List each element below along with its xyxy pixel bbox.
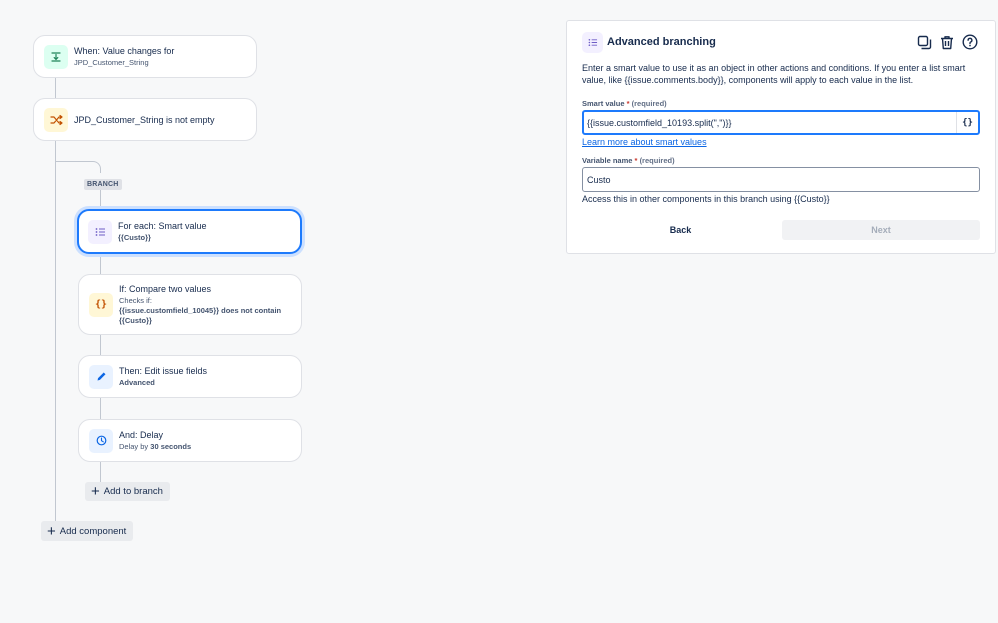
compare-values-checks-label: Checks if: [119,296,152,305]
advanced-branching-panel: Advanced branching Enter a smart value t… [566,20,996,254]
help-icon[interactable] [961,33,979,51]
list-icon [582,32,603,53]
shuffle-icon [44,107,68,132]
delay-title: And: Delay [119,430,164,440]
delay-card[interactable]: And: Delay Delay by 30 seconds [78,419,302,462]
connector-line [100,462,101,482]
panel-title: Advanced branching [607,36,716,48]
connector-line [55,161,91,162]
branch-lozenge: BRANCH [84,179,122,190]
variable-name-text: Custo [587,174,611,185]
plus-icon: + [47,522,56,540]
variable-name-label: Variable name * (required) [582,156,675,165]
variable-name-input[interactable]: Custo [582,167,980,192]
trigger-card[interactable]: When: Value changes for JPD_Customer_Str… [33,35,257,78]
panel-actions [915,33,979,51]
condition-title: JPD_Customer_String is not empty [74,114,215,125]
next-button[interactable]: Next [782,220,980,240]
smart-value-input[interactable]: {{issue.customfield_10193.split(",")}} {… [582,110,980,135]
condition-card[interactable]: JPD_Customer_String is not empty [33,98,257,141]
connector-line [100,254,101,274]
smart-value-text: {{issue.customfield_10193.split(",")}} [587,117,732,128]
clock-icon [89,428,113,453]
connector-line [100,190,101,210]
smart-value-label: Smart value * (required) [582,99,667,108]
back-button[interactable]: Back [582,220,779,240]
plus-icon: + [91,483,100,500]
add-component-label: Add component [59,525,127,537]
trash-icon[interactable] [938,33,956,51]
for-each-title: For each: Smart value [118,221,207,231]
connector-line [55,78,56,99]
compare-values-checks-value: {{issue.customfield_10045}} does not con… [119,306,282,325]
connector-line [100,335,101,355]
add-component-button[interactable]: + Add component [41,521,134,541]
for-each-subtitle: {{Custo}} [118,233,151,242]
duplicate-icon[interactable] [915,33,933,51]
connector-line [55,141,56,530]
for-each-card[interactable]: For each: Smart value {{Custo}} [77,209,302,254]
learn-more-link[interactable]: Learn more about smart values [582,137,707,147]
panel-description: Enter a smart value to use it as an obje… [582,63,966,85]
smart-value-picker-button[interactable]: {} [956,112,978,133]
add-to-branch-button[interactable]: + Add to branch [85,482,170,501]
edit-issue-card[interactable]: Then: Edit issue fields Advanced [78,355,302,398]
compare-values-title: If: Compare two values [119,284,212,294]
edit-issue-title: Then: Edit issue fields [119,366,208,376]
field-value-icon [44,44,68,69]
compare-values-card[interactable]: {} If: Compare two values Checks if: {{i… [78,274,302,335]
add-to-branch-label: Add to branch [103,486,163,497]
connector-line [100,398,101,419]
trigger-title: When: Value changes for [74,46,175,56]
list-icon [88,219,112,244]
variable-helper-text: Access this in other components in this … [582,194,830,204]
branch-connector-curve [88,161,101,173]
pencil-icon [89,364,113,389]
braces-icon: {} [89,292,113,317]
delay-subtitle: Delay by 30 seconds [119,442,192,451]
trigger-subtitle: JPD_Customer_String [74,58,149,67]
edit-issue-subtitle: Advanced [119,378,155,387]
